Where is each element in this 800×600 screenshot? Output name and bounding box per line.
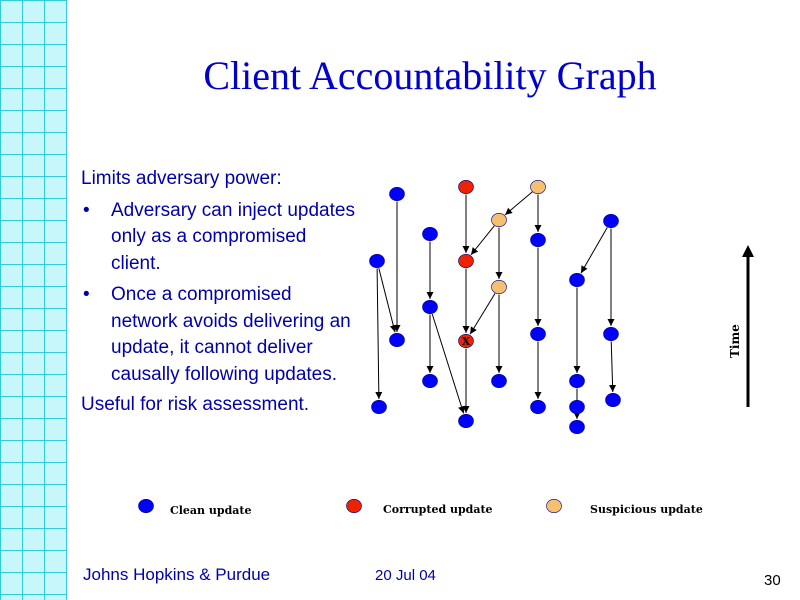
clean-update-node <box>569 419 585 434</box>
legend-label-suspicious: Suspicious update <box>590 503 703 516</box>
clean-update-node <box>422 299 438 314</box>
clean-update-node <box>371 399 387 414</box>
legend-swatch-clean <box>138 498 154 513</box>
graph-edge <box>504 191 533 216</box>
legend-swatch-suspicious <box>546 498 562 513</box>
graph-edge <box>375 268 383 400</box>
page-number: 30 <box>764 572 781 589</box>
footer-date: 20 Jul 04 <box>375 567 436 584</box>
graph-edge <box>469 293 496 335</box>
clean-update-node <box>603 326 619 341</box>
clean-update-node <box>569 272 585 287</box>
legend: Clean update Corrupted update Suspicious u… <box>138 498 703 517</box>
graph-edge <box>470 225 495 256</box>
footer-organization: Johns Hopkins & Purdue <box>83 565 271 584</box>
graph-edge <box>431 314 465 414</box>
corrupted-update-node <box>458 254 474 269</box>
legend-swatch-corrupted <box>346 498 362 513</box>
legend-label-corrupted: Corrupted update <box>383 503 493 516</box>
time-axis: Time <box>728 245 754 407</box>
corrupted-update-node <box>458 180 474 195</box>
accountability-graph: X Time Clean update Corrupted update Suspi… <box>138 180 754 517</box>
time-label: Time <box>728 324 742 358</box>
clean-update-node <box>369 254 385 269</box>
clean-update-node <box>569 399 585 414</box>
graph-edge <box>378 268 397 333</box>
clean-update-node <box>458 413 474 428</box>
clean-update-node <box>605 392 621 407</box>
clean-update-node <box>530 233 546 248</box>
clean-update-node <box>389 332 405 347</box>
clean-update-node <box>603 214 619 229</box>
graph-nodes <box>369 180 621 434</box>
clean-update-node <box>530 399 546 414</box>
clean-update-node <box>422 373 438 388</box>
clean-update-node <box>422 227 438 242</box>
legend-label-clean: Clean update <box>170 504 251 517</box>
clean-update-node <box>389 187 405 202</box>
graph-edge <box>609 341 617 393</box>
clean-update-node <box>569 373 585 388</box>
clean-update-node <box>491 373 507 388</box>
suspicious-update-node <box>491 279 507 294</box>
graph-edge <box>580 227 608 274</box>
suspicious-update-node <box>530 180 546 195</box>
corrupted-mark: X <box>462 335 471 348</box>
clean-update-node <box>530 326 546 341</box>
suspicious-update-node <box>491 213 507 228</box>
